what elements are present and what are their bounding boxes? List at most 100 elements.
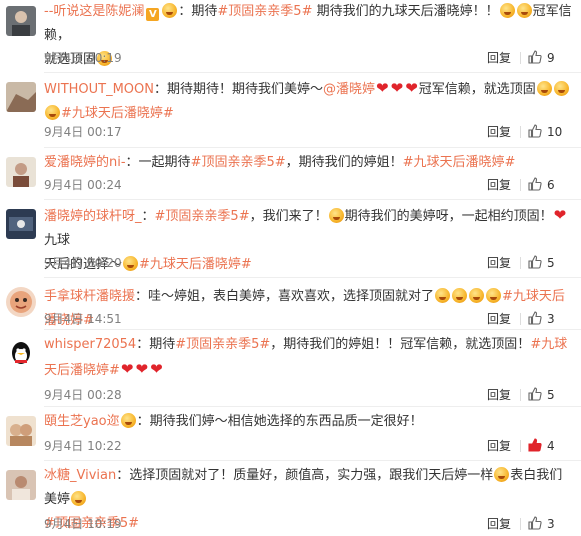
smiley-emoji-icon (516, 3, 532, 18)
divider (44, 460, 581, 461)
username-link[interactable]: 頤生芝yao迩 (44, 414, 120, 429)
heart-icon: ❤ (150, 360, 163, 378)
comment-meta: 9月4日 00:28 回复 5 (44, 385, 573, 405)
divider (44, 329, 581, 330)
reply-button[interactable]: 回复 (487, 385, 511, 405)
username-link[interactable]: 爱潘晓婷的ni- (44, 155, 126, 170)
like-count: 9 (547, 51, 555, 65)
comment-text-segment: ： (141, 209, 155, 224)
divider (44, 406, 581, 407)
timestamp: 9月4日 00:20 (44, 256, 122, 270)
comment-text-segment: 期待我们的九球天后潘晓婷！！ (312, 4, 499, 19)
comment-text-segment: ：一起期待 (125, 155, 191, 170)
divider (520, 440, 521, 452)
topic-link[interactable]: #九球天后潘晓婷# (61, 106, 174, 121)
verified-badge-icon: V (146, 8, 160, 21)
heart-icon: ❤ (376, 79, 389, 97)
avatar[interactable] (6, 157, 36, 187)
comment-text-segment: ：选择顶固就对了！质量好，颜值高，实力强，跟我们天后婷一样 (116, 468, 494, 483)
comment-meta: 9月4日 00:20 回复 5 (44, 253, 573, 273)
comment-text-segment: ：期待 (178, 4, 218, 19)
divider (520, 257, 521, 269)
reply-button[interactable]: 回复 (487, 48, 511, 68)
comment-meta: 9月4日 10:22 回复 4 (44, 436, 573, 456)
heart-icon: ❤ (405, 79, 418, 97)
smiley-emoji-icon (435, 288, 451, 303)
reply-button[interactable]: 回复 (487, 175, 511, 195)
like-count: 6 (547, 178, 555, 192)
divider (520, 52, 521, 64)
reply-button[interactable]: 回复 (487, 514, 511, 534)
smiley-emoji-icon (469, 288, 485, 303)
divider (520, 126, 521, 138)
timestamp: 9月4日 00:19 (44, 51, 122, 65)
comment-text-segment: 冠军信赖，就选顶固 (418, 82, 536, 97)
avatar[interactable] (6, 209, 36, 239)
timestamp: 9月4日 10:22 (44, 439, 122, 453)
timestamp: 9月4日 00:24 (44, 178, 122, 192)
heart-icon: ❤ (135, 360, 149, 378)
thumbs-up-icon (528, 255, 542, 269)
username-link[interactable]: 冰糖_Vivian (44, 468, 116, 483)
comment-text-segment: ：期待 (136, 337, 176, 352)
smiley-emoji-icon (162, 3, 178, 18)
comment-text: whisper72054：期待#顶固亲亲季5#，期待我们的婷姐！！冠军信赖，就选… (44, 333, 573, 383)
topic-link[interactable]: #九球天后潘晓婷# (403, 155, 516, 170)
smiley-emoji-icon (536, 81, 552, 96)
reply-button[interactable]: 回复 (487, 122, 511, 142)
username-link[interactable]: whisper72054 (44, 337, 136, 352)
comment-text: 爱潘晓婷的ni-：一起期待#顶固亲亲季5#，期待我们的婷姐！#九球天后潘晓婷# (44, 151, 573, 175)
avatar[interactable] (6, 6, 36, 36)
reply-button[interactable]: 回复 (487, 436, 511, 456)
thumbs-up-icon (528, 311, 542, 325)
avatar[interactable] (6, 287, 36, 317)
username-link[interactable]: 手拿球杆潘晓援 (44, 289, 135, 304)
topic-link[interactable]: #顶固亲亲季5# (175, 337, 270, 352)
username-link[interactable]: WITHOUT_MOON (44, 82, 154, 97)
username-link[interactable]: --听说这是陈妮澜 (44, 4, 144, 19)
smiley-emoji-icon (71, 491, 87, 506)
divider (44, 277, 581, 278)
timestamp: 9月4日 00:28 (44, 388, 122, 402)
smiley-emoji-icon (553, 81, 569, 96)
smiley-emoji-icon (328, 208, 344, 223)
divider (44, 147, 581, 148)
smiley-emoji-icon (45, 105, 60, 120)
like-count: 10 (547, 125, 563, 139)
like-count: 3 (547, 517, 555, 531)
like-count: 5 (547, 256, 555, 270)
comment-text: WITHOUT_MOON：期待期待！期待我们美婷～@潘晓婷❤ ❤ ❤冠军信赖，就选顶… (44, 76, 573, 126)
topic-link[interactable]: #顶固亲亲季5# (191, 155, 286, 170)
username-link[interactable]: 潘晓婷的球杆呀_ (44, 209, 142, 224)
timestamp: 9月4日 14:51 (44, 312, 122, 326)
avatar[interactable] (6, 339, 36, 369)
avatar[interactable] (6, 470, 36, 500)
comment-text-segment: ：期待期待！期待我们美婷～ (154, 82, 324, 97)
timestamp: 9月4日 00:17 (44, 125, 122, 139)
heart-icon: ❤ (120, 360, 134, 378)
reply-button[interactable]: 回复 (487, 309, 511, 329)
like-count: 4 (547, 439, 555, 453)
thumbs-up-icon (528, 50, 542, 64)
topic-link[interactable]: #顶固亲亲季5# (217, 4, 312, 19)
smiley-emoji-icon (494, 467, 510, 482)
comment-text-segment: 九球 (44, 233, 71, 248)
avatar[interactable] (6, 416, 36, 446)
avatar[interactable] (6, 82, 36, 112)
smiley-emoji-icon (120, 413, 136, 428)
thumbs-up-icon (528, 438, 542, 452)
thumbs-up-icon (528, 516, 542, 530)
like-count: 5 (547, 388, 555, 402)
like-count: 3 (547, 312, 555, 326)
comment-meta: 9月4日 00:24 回复 6 (44, 175, 573, 195)
mention-link[interactable]: @潘晓婷 (323, 82, 375, 97)
smiley-emoji-icon (499, 3, 515, 18)
comment-text-segment: ，期待我们的婷姐！ (285, 155, 403, 170)
comment-meta: 9月4日 10:19 回复 3 (44, 514, 573, 534)
smiley-emoji-icon (452, 288, 468, 303)
reply-button[interactable]: 回复 (487, 253, 511, 273)
comment-text-segment: ，期待我们的婷姐！！冠军信赖，就选顶固！ (270, 337, 531, 352)
comment-meta: 9月4日 14:51 回复 3 (44, 309, 573, 329)
topic-link[interactable]: #顶固亲亲季5# (155, 209, 250, 224)
comment-text-segment: ：期待我们婷～相信她选择的东西品质一定很好！ (136, 414, 423, 429)
